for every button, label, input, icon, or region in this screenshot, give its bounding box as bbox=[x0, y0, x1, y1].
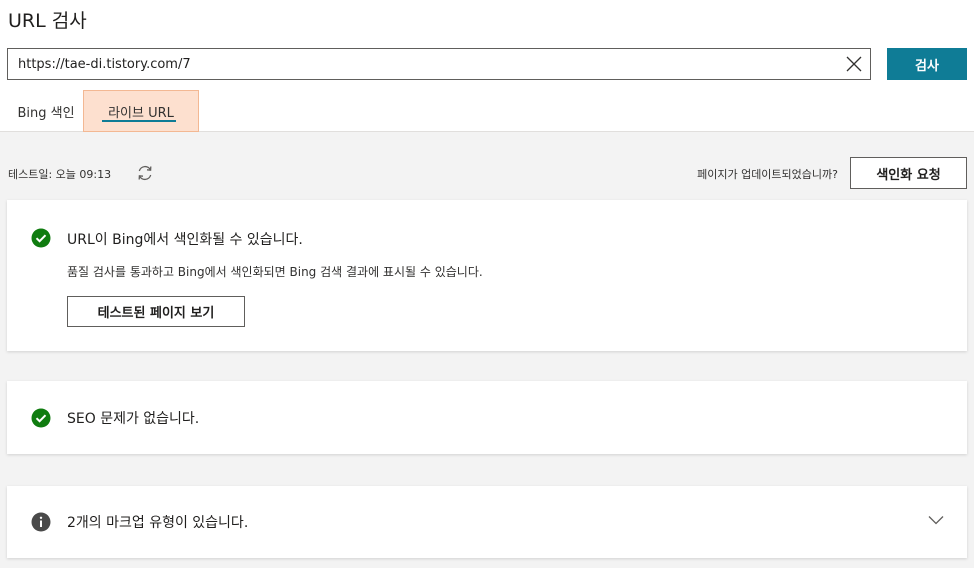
request-indexing-button[interactable]: 색인화 요청 bbox=[850, 157, 967, 189]
markup-title: 2개의 마크업 유형이 있습니다. bbox=[67, 515, 249, 531]
info-circle-icon bbox=[31, 512, 51, 532]
page-updated-question: 페이지가 업데이트되었습니까? bbox=[697, 168, 838, 181]
indexable-title: URL이 Bing에서 색인화될 수 있습니다. bbox=[67, 232, 303, 248]
url-field[interactable] bbox=[7, 48, 871, 80]
refresh-icon[interactable] bbox=[135, 163, 155, 183]
check-circle-icon bbox=[31, 408, 51, 428]
page-title: URL 검사 bbox=[8, 10, 87, 32]
inspect-button[interactable]: 검사 bbox=[887, 48, 967, 80]
seo-card: SEO 문제가 없습니다. bbox=[7, 381, 967, 454]
chevron-down-icon[interactable] bbox=[927, 511, 945, 529]
header-panel: URL 검사 검사 Bing 색인 라이브 URL bbox=[0, 0, 974, 132]
check-circle-icon bbox=[31, 228, 51, 248]
url-input[interactable] bbox=[8, 49, 828, 79]
tab-live-url[interactable]: 라이브 URL bbox=[83, 90, 199, 132]
seo-title: SEO 문제가 없습니다. bbox=[67, 411, 200, 427]
indexable-card: URL이 Bing에서 색인화될 수 있습니다. 품질 검사를 통과하고 Bin… bbox=[7, 200, 967, 351]
markup-card[interactable]: 2개의 마크업 유형이 있습니다. bbox=[7, 486, 967, 558]
view-tested-page-button[interactable]: 테스트된 페이지 보기 bbox=[67, 296, 245, 327]
test-date-label: 테스트일: 오늘 09:13 bbox=[8, 168, 112, 181]
indexable-description: 품질 검사를 통과하고 Bing에서 색인화되면 Bing 검색 결과에 표시될… bbox=[67, 265, 483, 279]
clear-icon[interactable] bbox=[844, 54, 864, 74]
tab-bing-index[interactable]: Bing 색인 bbox=[8, 90, 84, 132]
